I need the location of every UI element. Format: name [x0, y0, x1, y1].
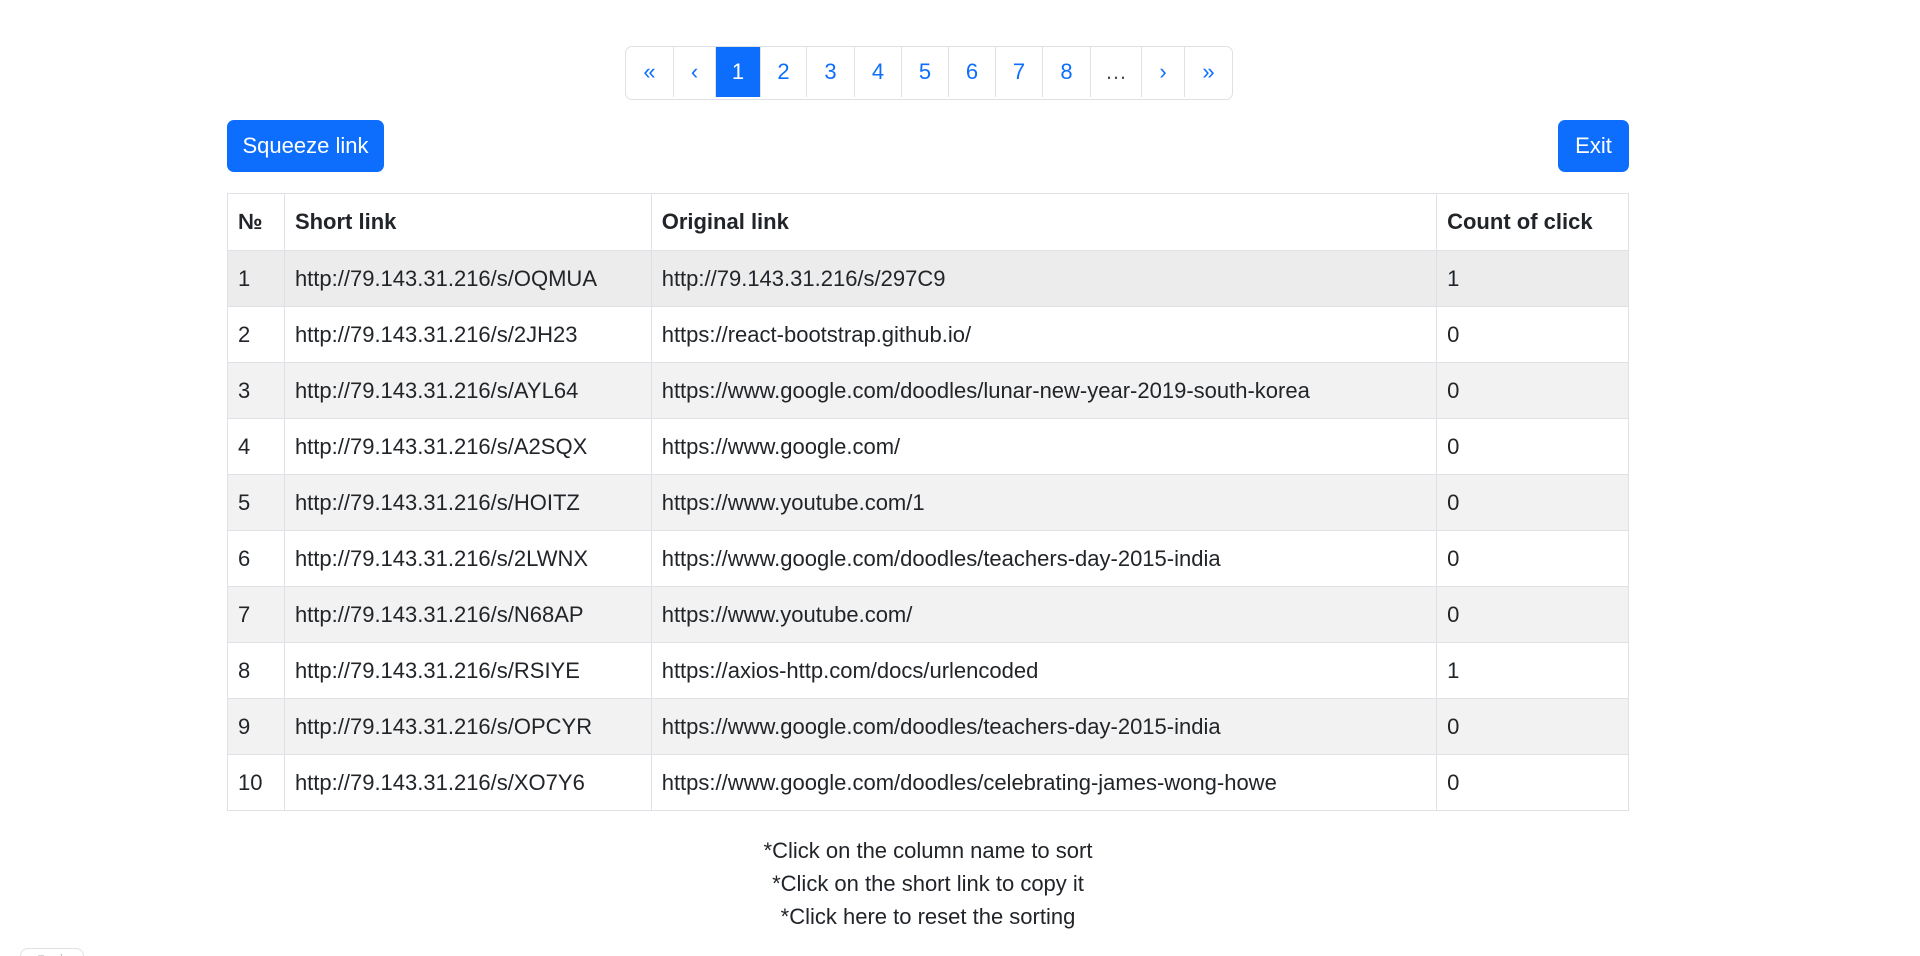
original-link-cell: https://www.google.com/doodles/lunar-new… — [650, 362, 1438, 419]
table-row: 4 http://79.143.31.216/s/A2SQX https://w… — [227, 418, 1629, 475]
short-link-cell[interactable]: http://79.143.31.216/s/AYL64 — [283, 362, 652, 419]
column-header-number[interactable]: № — [227, 193, 285, 251]
corner-widget[interactable]: □ ⋮ — [20, 948, 84, 956]
row-number: 10 — [227, 754, 285, 811]
click-count-cell: 1 — [1436, 642, 1629, 699]
squeeze-link-button[interactable]: Squeeze link — [227, 120, 384, 172]
reset-sorting-link[interactable]: *Click here to reset the sorting — [0, 900, 1856, 933]
row-number: 1 — [227, 250, 285, 307]
column-header-short-link[interactable]: Short link — [283, 193, 652, 251]
exit-button[interactable]: Exit — [1558, 120, 1629, 172]
row-number: 7 — [227, 586, 285, 643]
column-header-count-of-click[interactable]: Count of click — [1436, 193, 1629, 251]
page-button-2[interactable]: 2 — [761, 47, 807, 97]
page-button-3[interactable]: 3 — [807, 47, 855, 97]
page-button-5[interactable]: 5 — [902, 47, 949, 97]
pagination: « ‹ 1 2 3 4 5 6 7 8 … › » — [625, 46, 1233, 100]
page-button-1[interactable]: 1 — [716, 47, 761, 97]
short-link-cell[interactable]: http://79.143.31.216/s/OQMUA — [283, 250, 652, 307]
original-link-cell: http://79.143.31.216/s/297C9 — [650, 250, 1438, 307]
click-count-cell: 1 — [1436, 250, 1629, 307]
prev-page-button[interactable]: ‹ — [674, 47, 716, 97]
links-table: № Short link Original link Count of clic… — [227, 193, 1629, 811]
short-link-cell[interactable]: http://79.143.31.216/s/A2SQX — [283, 418, 652, 475]
table-row: 9 http://79.143.31.216/s/OPCYR https://w… — [227, 698, 1629, 755]
click-count-cell: 0 — [1436, 474, 1629, 531]
row-number: 5 — [227, 474, 285, 531]
row-number: 2 — [227, 306, 285, 363]
original-link-cell: https://react-bootstrap.github.io/ — [650, 306, 1438, 363]
click-count-cell: 0 — [1436, 586, 1629, 643]
first-page-button[interactable]: « — [626, 47, 674, 97]
click-count-cell: 0 — [1436, 306, 1629, 363]
original-link-cell: https://axios-http.com/docs/urlencoded — [650, 642, 1438, 699]
original-link-cell: https://www.google.com/doodles/teachers-… — [650, 698, 1438, 755]
column-header-original-link[interactable]: Original link — [650, 193, 1438, 251]
short-link-cell[interactable]: http://79.143.31.216/s/HOITZ — [283, 474, 652, 531]
table-row: 3 http://79.143.31.216/s/AYL64 https://w… — [227, 362, 1629, 419]
short-link-cell[interactable]: http://79.143.31.216/s/N68AP — [283, 586, 652, 643]
short-link-cell[interactable]: http://79.143.31.216/s/XO7Y6 — [283, 754, 652, 811]
table-row: 8 http://79.143.31.216/s/RSIYE https://a… — [227, 642, 1629, 699]
original-link-cell: https://www.google.com/doodles/teachers-… — [650, 530, 1438, 587]
page: « ‹ 1 2 3 4 5 6 7 8 … › » Squeeze link E… — [0, 0, 1920, 956]
click-count-cell: 0 — [1436, 530, 1629, 587]
original-link-cell: https://www.google.com/ — [650, 418, 1438, 475]
last-page-button[interactable]: » — [1185, 47, 1232, 97]
page-button-6[interactable]: 6 — [949, 47, 996, 97]
original-link-cell: https://www.youtube.com/1 — [650, 474, 1438, 531]
short-link-cell[interactable]: http://79.143.31.216/s/2LWNX — [283, 530, 652, 587]
row-number: 6 — [227, 530, 285, 587]
short-link-cell[interactable]: http://79.143.31.216/s/RSIYE — [283, 642, 652, 699]
row-number: 3 — [227, 362, 285, 419]
table-header-row: № Short link Original link Count of clic… — [227, 193, 1629, 251]
table-row: 7 http://79.143.31.216/s/N68AP https://w… — [227, 586, 1629, 643]
click-count-cell: 0 — [1436, 362, 1629, 419]
original-link-cell: https://www.google.com/doodles/celebrati… — [650, 754, 1438, 811]
page-button-8[interactable]: 8 — [1043, 47, 1091, 97]
original-link-cell: https://www.youtube.com/ — [650, 586, 1438, 643]
sort-hint: *Click on the column name to sort — [763, 838, 1093, 863]
table-row: 1 http://79.143.31.216/s/OQMUA http://79… — [227, 250, 1629, 307]
short-link-cell[interactable]: http://79.143.31.216/s/2JH23 — [283, 306, 652, 363]
copy-hint: *Click on the short link to copy it — [772, 871, 1084, 896]
table-row: 10 http://79.143.31.216/s/XO7Y6 https://… — [227, 754, 1629, 811]
click-count-cell: 0 — [1436, 418, 1629, 475]
row-number: 8 — [227, 642, 285, 699]
page-button-7[interactable]: 7 — [996, 47, 1043, 97]
table-row: 5 http://79.143.31.216/s/HOITZ https://w… — [227, 474, 1629, 531]
row-number: 9 — [227, 698, 285, 755]
next-page-button[interactable]: › — [1142, 47, 1185, 97]
page-button-4[interactable]: 4 — [855, 47, 902, 97]
pagination-ellipsis[interactable]: … — [1091, 47, 1142, 97]
table-row: 2 http://79.143.31.216/s/2JH23 https://r… — [227, 306, 1629, 363]
help-notes: *Click on the column name to sort *Click… — [0, 834, 1856, 933]
row-number: 4 — [227, 418, 285, 475]
click-count-cell: 0 — [1436, 698, 1629, 755]
short-link-cell[interactable]: http://79.143.31.216/s/OPCYR — [283, 698, 652, 755]
table-row: 6 http://79.143.31.216/s/2LWNX https://w… — [227, 530, 1629, 587]
click-count-cell: 0 — [1436, 754, 1629, 811]
